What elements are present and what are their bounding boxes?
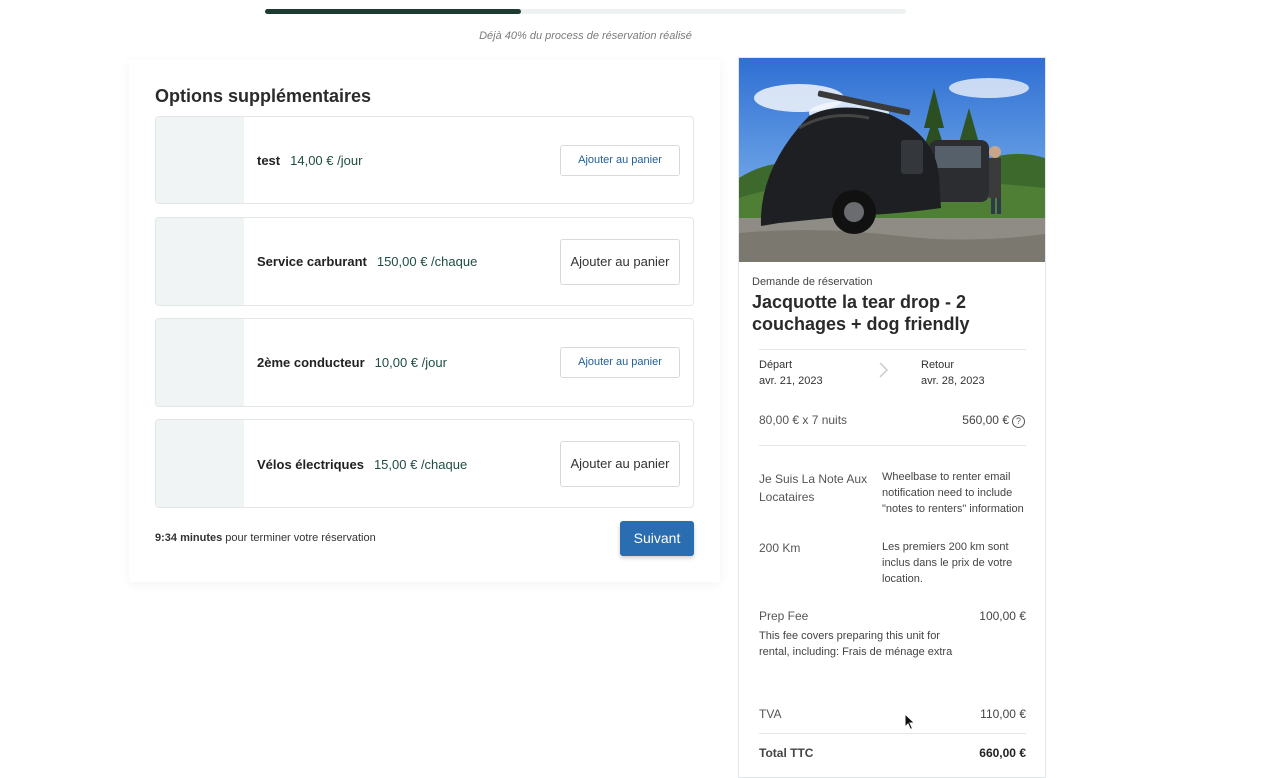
chevron-right-icon xyxy=(879,362,889,378)
prep-fee-label: Prep Fee xyxy=(759,609,809,623)
divider xyxy=(759,733,1026,734)
options-panel: Options supplémentaires test 14,00 € /jou… xyxy=(129,60,720,582)
return-date: avr. 28, 2023 xyxy=(921,375,985,387)
add-to-cart-button[interactable]: Ajouter au panier xyxy=(560,347,680,378)
tva-value: 110,00 € xyxy=(980,707,1026,721)
renter-note-text: Wheelbase to renter email notification n… xyxy=(882,471,1024,515)
km-label: 200 Km xyxy=(759,541,801,555)
option-name: 2ème conducteur xyxy=(257,355,365,370)
renter-note-label: Je Suis La Note Aux Locataires xyxy=(759,472,868,504)
option-name: test xyxy=(257,153,281,168)
option-name: Vélos électriques xyxy=(257,457,364,472)
nights-total: 560,00 € xyxy=(962,413,1009,427)
reservation-timer: 9:34 minutes pour terminer votre réserva… xyxy=(155,532,376,544)
option-thumbnail xyxy=(156,420,244,507)
km-text: Les premiers 200 km sont inclus dans le … xyxy=(882,541,1013,585)
departure-date: avr. 21, 2023 xyxy=(759,375,823,387)
nights-text: 80,00 € x 7 nuits xyxy=(759,413,848,427)
prep-fee-value: 100,00 € xyxy=(979,609,1026,623)
option-card: 2ème conducteur 10,00 € /jour Ajouter au … xyxy=(155,318,694,407)
progress-bar xyxy=(265,9,906,14)
prep-fee-description: This fee covers preparing this unit for … xyxy=(759,630,953,658)
option-card: Vélos électriques 15,00 € /chaque Ajouter… xyxy=(155,419,694,508)
request-label: Demande de réservation xyxy=(752,276,873,288)
progress-fill xyxy=(265,9,522,14)
total-label: Total TTC xyxy=(759,746,814,760)
timer-value: 9:34 minutes xyxy=(155,532,223,544)
total-value: 660,00 € xyxy=(979,746,1026,760)
departure-label: Départ xyxy=(759,359,793,371)
add-to-cart-button[interactable]: Ajouter au panier xyxy=(560,239,680,285)
option-thumbnail xyxy=(156,218,244,305)
option-price: 150,00 € /chaque xyxy=(376,254,478,269)
progress-label: Déjà 40% du process de réservation réali… xyxy=(479,30,692,42)
booking-page: Déjà 40% du process de réservation réali… xyxy=(0,0,1266,778)
timer-text: pour terminer votre réservation xyxy=(222,532,376,544)
add-to-cart-button[interactable]: Ajouter au panier xyxy=(560,441,680,487)
option-card: Service carburant 150,00 € /chaque Ajoute… xyxy=(155,217,694,306)
option-card: test 14,00 € /jour Ajouter au panier xyxy=(155,116,694,204)
option-price: 14,00 € /jour xyxy=(290,153,363,168)
return-label: Retour xyxy=(921,359,955,371)
option-thumbnail xyxy=(156,319,244,406)
option-thumbnail xyxy=(156,117,244,203)
mouse-cursor-icon xyxy=(904,713,916,731)
next-button[interactable]: Suivant xyxy=(620,521,694,556)
reservation-summary: Demande de réservation Jacquotte la tear… xyxy=(738,57,1046,778)
option-price: 10,00 € /jour xyxy=(374,355,447,370)
help-circle-icon[interactable]: ? xyxy=(1012,415,1025,428)
option-price: 15,00 € /chaque xyxy=(373,457,468,472)
options-title: Options supplémentaires xyxy=(155,86,372,106)
listing-photo xyxy=(739,58,1045,262)
divider xyxy=(759,445,1026,446)
listing-title: Jacquotte la tear drop - 2 couchages + d… xyxy=(752,292,970,334)
option-name: Service carburant xyxy=(257,254,367,269)
add-to-cart-button[interactable]: Ajouter au panier xyxy=(560,145,680,176)
divider xyxy=(759,349,1026,350)
tva-label: TVA xyxy=(759,707,782,721)
